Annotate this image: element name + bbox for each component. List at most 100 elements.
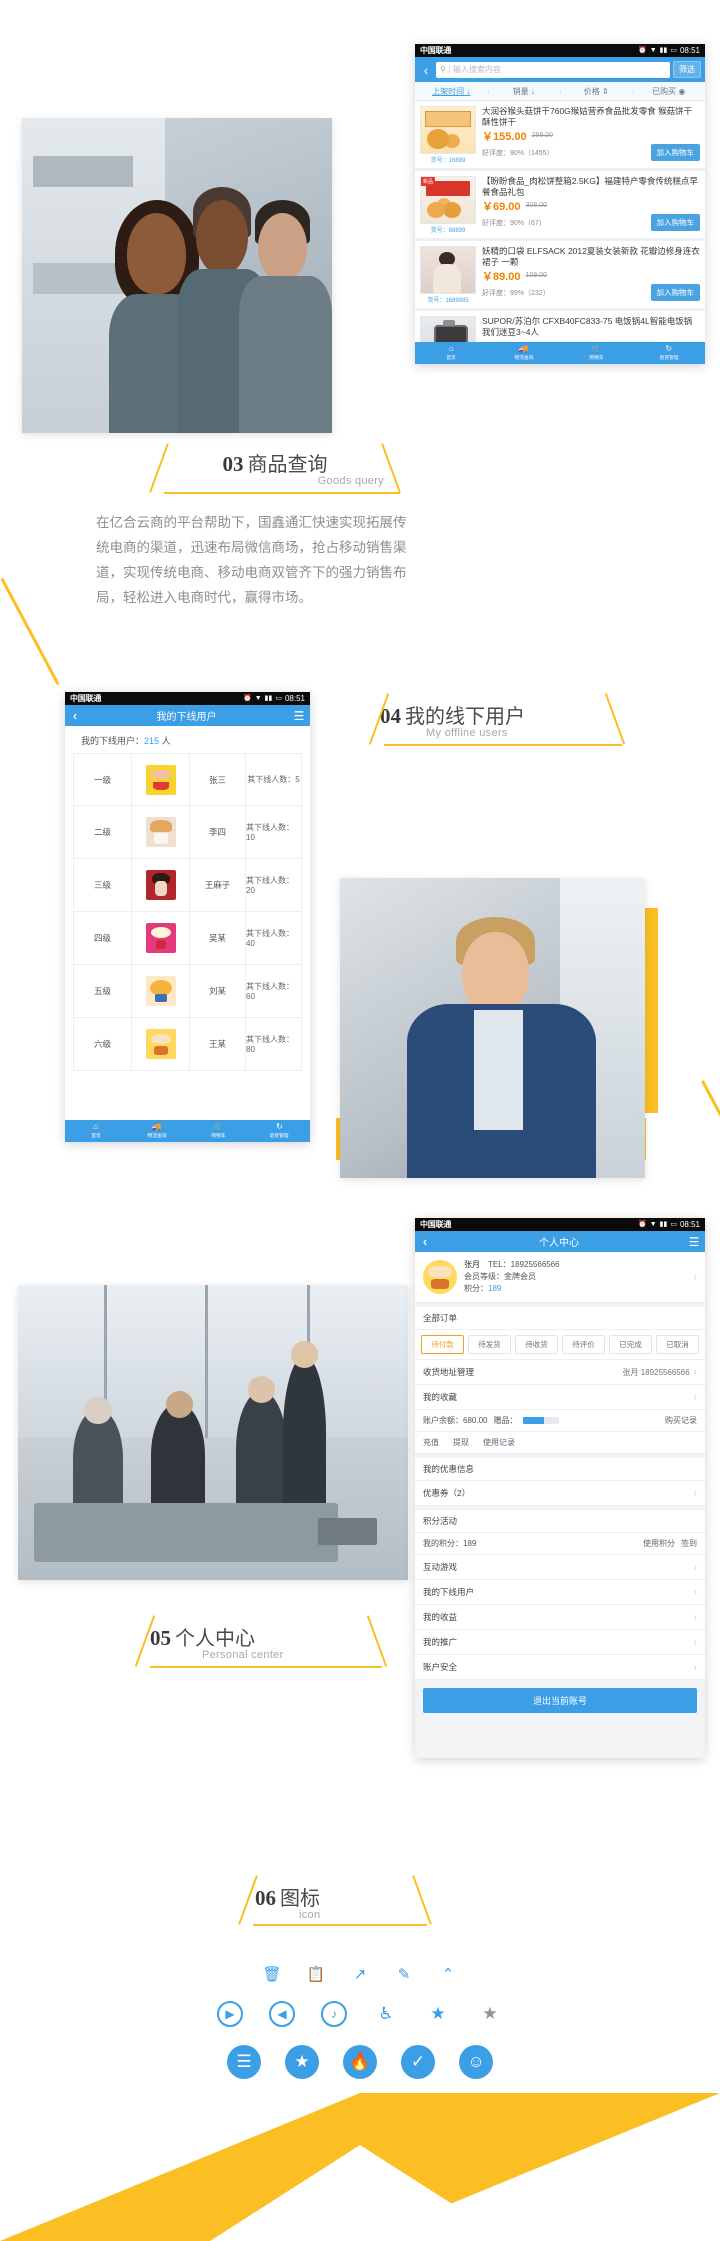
sort-tab-sales[interactable]: 销量 ↓: [487, 86, 561, 97]
row-my-promotion[interactable]: 我的推广 ›: [415, 1630, 705, 1655]
product-thumbnail[interactable]: 新品 货号：88899: [420, 176, 476, 234]
table-row[interactable]: 二级 李四 其下线人数：10: [73, 806, 302, 859]
back-circle-icon[interactable]: ◀: [269, 2001, 295, 2027]
search-icon: ⚲: [440, 65, 446, 74]
bottom-nav-item-home[interactable]: ⌂ 首页: [65, 1120, 126, 1142]
table-row[interactable]: 六级 王某 其下线人数：80: [73, 1018, 302, 1071]
trash-icon[interactable]: 🗑: [262, 1965, 281, 1983]
search-input[interactable]: ⚲ 输入搜索内容: [436, 61, 670, 78]
profile-card[interactable]: 张月 TEL：18925566566 会员等级：金牌会员 积分：189 ›: [415, 1252, 705, 1303]
row-my-earnings[interactable]: 我的收益 ›: [415, 1605, 705, 1630]
home-icon: ⌂: [448, 344, 454, 353]
chevron-up-icon[interactable]: ⌃: [439, 1965, 457, 1983]
tab-pending-review[interactable]: 待评价: [562, 1335, 605, 1354]
back-chevron-icon[interactable]: ‹: [415, 1234, 435, 1249]
product-rating: 好评度：90%（1455）: [482, 150, 554, 157]
bottom-nav-item-returns[interactable]: ↻ 退货管理: [249, 1120, 310, 1142]
row-coupons[interactable]: 优惠券（2） ›: [415, 1481, 705, 1506]
user-level: 六级: [74, 1018, 132, 1070]
product-thumbnail[interactable]: 货号：16899: [420, 106, 476, 164]
chevron-right-icon[interactable]: ›: [690, 1272, 697, 1283]
product-thumbnail[interactable]: 货号：1689985: [420, 246, 476, 304]
member-level-label: 会员等级：: [464, 1272, 504, 1281]
table-row[interactable]: 四级 吴某 其下线人数：40: [73, 912, 302, 965]
product-list[interactable]: 货号：16899 大润谷猴头菇饼干760G猴姑营养食品批发零食 猴菇饼干 酥性饼…: [415, 101, 705, 342]
use-points-link[interactable]: 使用积分: [643, 1538, 675, 1549]
hamburger-menu-icon[interactable]: ☰: [288, 709, 310, 723]
add-to-cart-button[interactable]: 加入购物车: [650, 144, 700, 161]
row-account-security[interactable]: 账户安全 ›: [415, 1655, 705, 1680]
product-rating: 好评度：90%（67）: [482, 220, 546, 227]
headphone-circle-icon[interactable]: ♪: [321, 2001, 347, 2027]
star-filled-icon[interactable]: ★: [425, 2001, 451, 2027]
row-my-favorites[interactable]: 我的收藏 ›: [415, 1385, 705, 1410]
play-circle-icon[interactable]: ▶: [217, 2001, 243, 2027]
tab-pending-shipment[interactable]: 待发货: [468, 1335, 511, 1354]
table-row[interactable]: 五级 刘某 其下线人数：60: [73, 965, 302, 1018]
carrier-label: 中国联通: [70, 694, 102, 703]
section-heading-04: 04 我的线下用户 My offline users: [368, 693, 640, 746]
clipboard-icon[interactable]: 📋: [307, 1965, 326, 1983]
edit-icon[interactable]: ✎: [395, 1965, 413, 1983]
row-address-management[interactable]: 收货地址管理 张月 18925566566 ›: [415, 1360, 705, 1385]
add-to-cart-button[interactable]: 加入购物车: [650, 214, 700, 231]
check-in-link[interactable]: 签到: [681, 1538, 697, 1549]
sort-tab-price[interactable]: 价格 ⇕: [560, 86, 633, 97]
product-name[interactable]: 大润谷猴头菇饼干760G猴姑营养食品批发零食 猴菇饼干 酥性饼干: [482, 106, 700, 128]
product-name[interactable]: 妖精的口袋 ELFSACK 2012夏装女装新款 花瓣边修身连衣裙子 一颗: [482, 246, 700, 268]
recharge-link[interactable]: 充值: [423, 1437, 439, 1448]
tab-cancelled[interactable]: 已取消: [656, 1335, 699, 1354]
bottom-nav-item-returns[interactable]: ↻ 退货管理: [633, 342, 706, 364]
bottom-nav-item-logistics[interactable]: 🚚 物流查询: [126, 1120, 187, 1142]
table-row[interactable]: 三级 王麻子 其下线人数：20: [73, 859, 302, 912]
table-row[interactable]: 新品 货号：88899 【盼盼食品_肉松饼整箱2.5KG】福建特产零食传统糕点早…: [415, 171, 705, 238]
truck-icon: 🚚: [518, 344, 529, 353]
star-gray-icon[interactable]: ★: [477, 2001, 503, 2027]
bottom-nav-bar: ⌂ 首页 🚚 物流查询 🛒 购物车 ↻ 退货管理: [65, 1120, 310, 1142]
product-thumbnail[interactable]: 货号：2689995: [420, 316, 476, 342]
bottom-nav-item-home[interactable]: ⌂ 首页: [415, 342, 488, 364]
logout-button[interactable]: 退出当前账号: [423, 1688, 697, 1713]
sort-tab-purchased[interactable]: 已购买 ◉: [632, 86, 706, 97]
row-my-offline-users[interactable]: 我的下线用户 ›: [415, 1580, 705, 1605]
tab-pending-payment[interactable]: 待付款: [421, 1335, 464, 1354]
table-row[interactable]: 货号：2689995 SUPOR/苏泊尔 CFXB40FC833-75 电饭锅4…: [415, 311, 705, 342]
my-points-label: 我的积分：189: [423, 1539, 477, 1548]
add-to-cart-button[interactable]: 加入购物车: [650, 284, 700, 301]
usage-record-link[interactable]: 使用记录: [483, 1437, 515, 1448]
user-level: 一级: [74, 754, 132, 805]
back-chevron-icon[interactable]: ‹: [65, 708, 85, 723]
product-name[interactable]: 【盼盼食品_肉松饼整箱2.5KG】福建特产零食传统糕点早餐食品礼包: [482, 176, 700, 198]
sort-tab-listing-time[interactable]: 上架时间 ↓: [415, 86, 488, 97]
yellow-diagonal-line: [701, 1080, 720, 1223]
bottom-nav-item-cart[interactable]: 🛒 购物车: [188, 1120, 249, 1142]
user-name: 王麻子: [190, 859, 246, 911]
product-rating: 好评度：99%（232）: [482, 290, 550, 297]
phone-mockup-personal-center: 中国联通 ⏰ ▼ ▮▮ ▭ 08:51 ‹ 个人中心 ☰ 张月 TEL：18925…: [415, 1218, 705, 1758]
table-row[interactable]: 货号：1689985 妖精的口袋 ELFSACK 2012夏装女装新款 花瓣边修…: [415, 241, 705, 308]
table-row[interactable]: 一级 张三 其下线人数：5: [73, 753, 302, 806]
address-value: 张月 18925566566: [622, 1367, 690, 1377]
title-bar: ‹ 个人中心 ☰: [415, 1231, 705, 1252]
row-interactive-games[interactable]: 互动游戏 ›: [415, 1555, 705, 1580]
tab-completed[interactable]: 已完成: [609, 1335, 652, 1354]
product-name[interactable]: SUPOR/苏泊尔 CFXB40FC833-75 电饭锅4L智能电饭锅我们迷豆3…: [482, 316, 700, 338]
bottom-nav-bar: ⌂ 首页 🚚 物流查询 🛒 购物车 ↻ 退货管理: [415, 342, 705, 364]
profile-tel: TEL：18925566566: [488, 1260, 560, 1269]
withdraw-link[interactable]: 提现: [453, 1437, 469, 1448]
clock-label: 08:51: [284, 694, 305, 703]
user-subline-count: 其下线人数：20: [246, 876, 294, 895]
back-chevron-icon[interactable]: ‹: [419, 62, 433, 78]
bottom-nav-item-cart[interactable]: 🛒 购物车: [560, 342, 633, 364]
share-icon[interactable]: ↗: [351, 1965, 369, 1983]
headphone-icon[interactable]: ♿: [373, 2001, 399, 2027]
purchase-history-link[interactable]: 购买记录: [665, 1415, 697, 1426]
bottom-nav-item-logistics[interactable]: 🚚 物流查询: [488, 342, 561, 364]
product-sku: 货号：1689985: [427, 298, 469, 304]
tab-pending-receipt[interactable]: 待收货: [515, 1335, 558, 1354]
table-row[interactable]: 货号：16899 大润谷猴头菇饼干760G猴姑营养食品批发零食 猴菇饼干 酥性饼…: [415, 101, 705, 168]
hamburger-menu-icon[interactable]: ☰: [683, 1235, 705, 1249]
page-title: 我的下线用户: [156, 712, 217, 723]
phone-mockup-offline-users: 中国联通 ⏰ ▼ ▮▮ ▭ 08:51 ‹ 我的下线用户 ☰ 我的下线用户：21…: [65, 692, 310, 1142]
filter-button[interactable]: 筛选: [673, 61, 701, 78]
